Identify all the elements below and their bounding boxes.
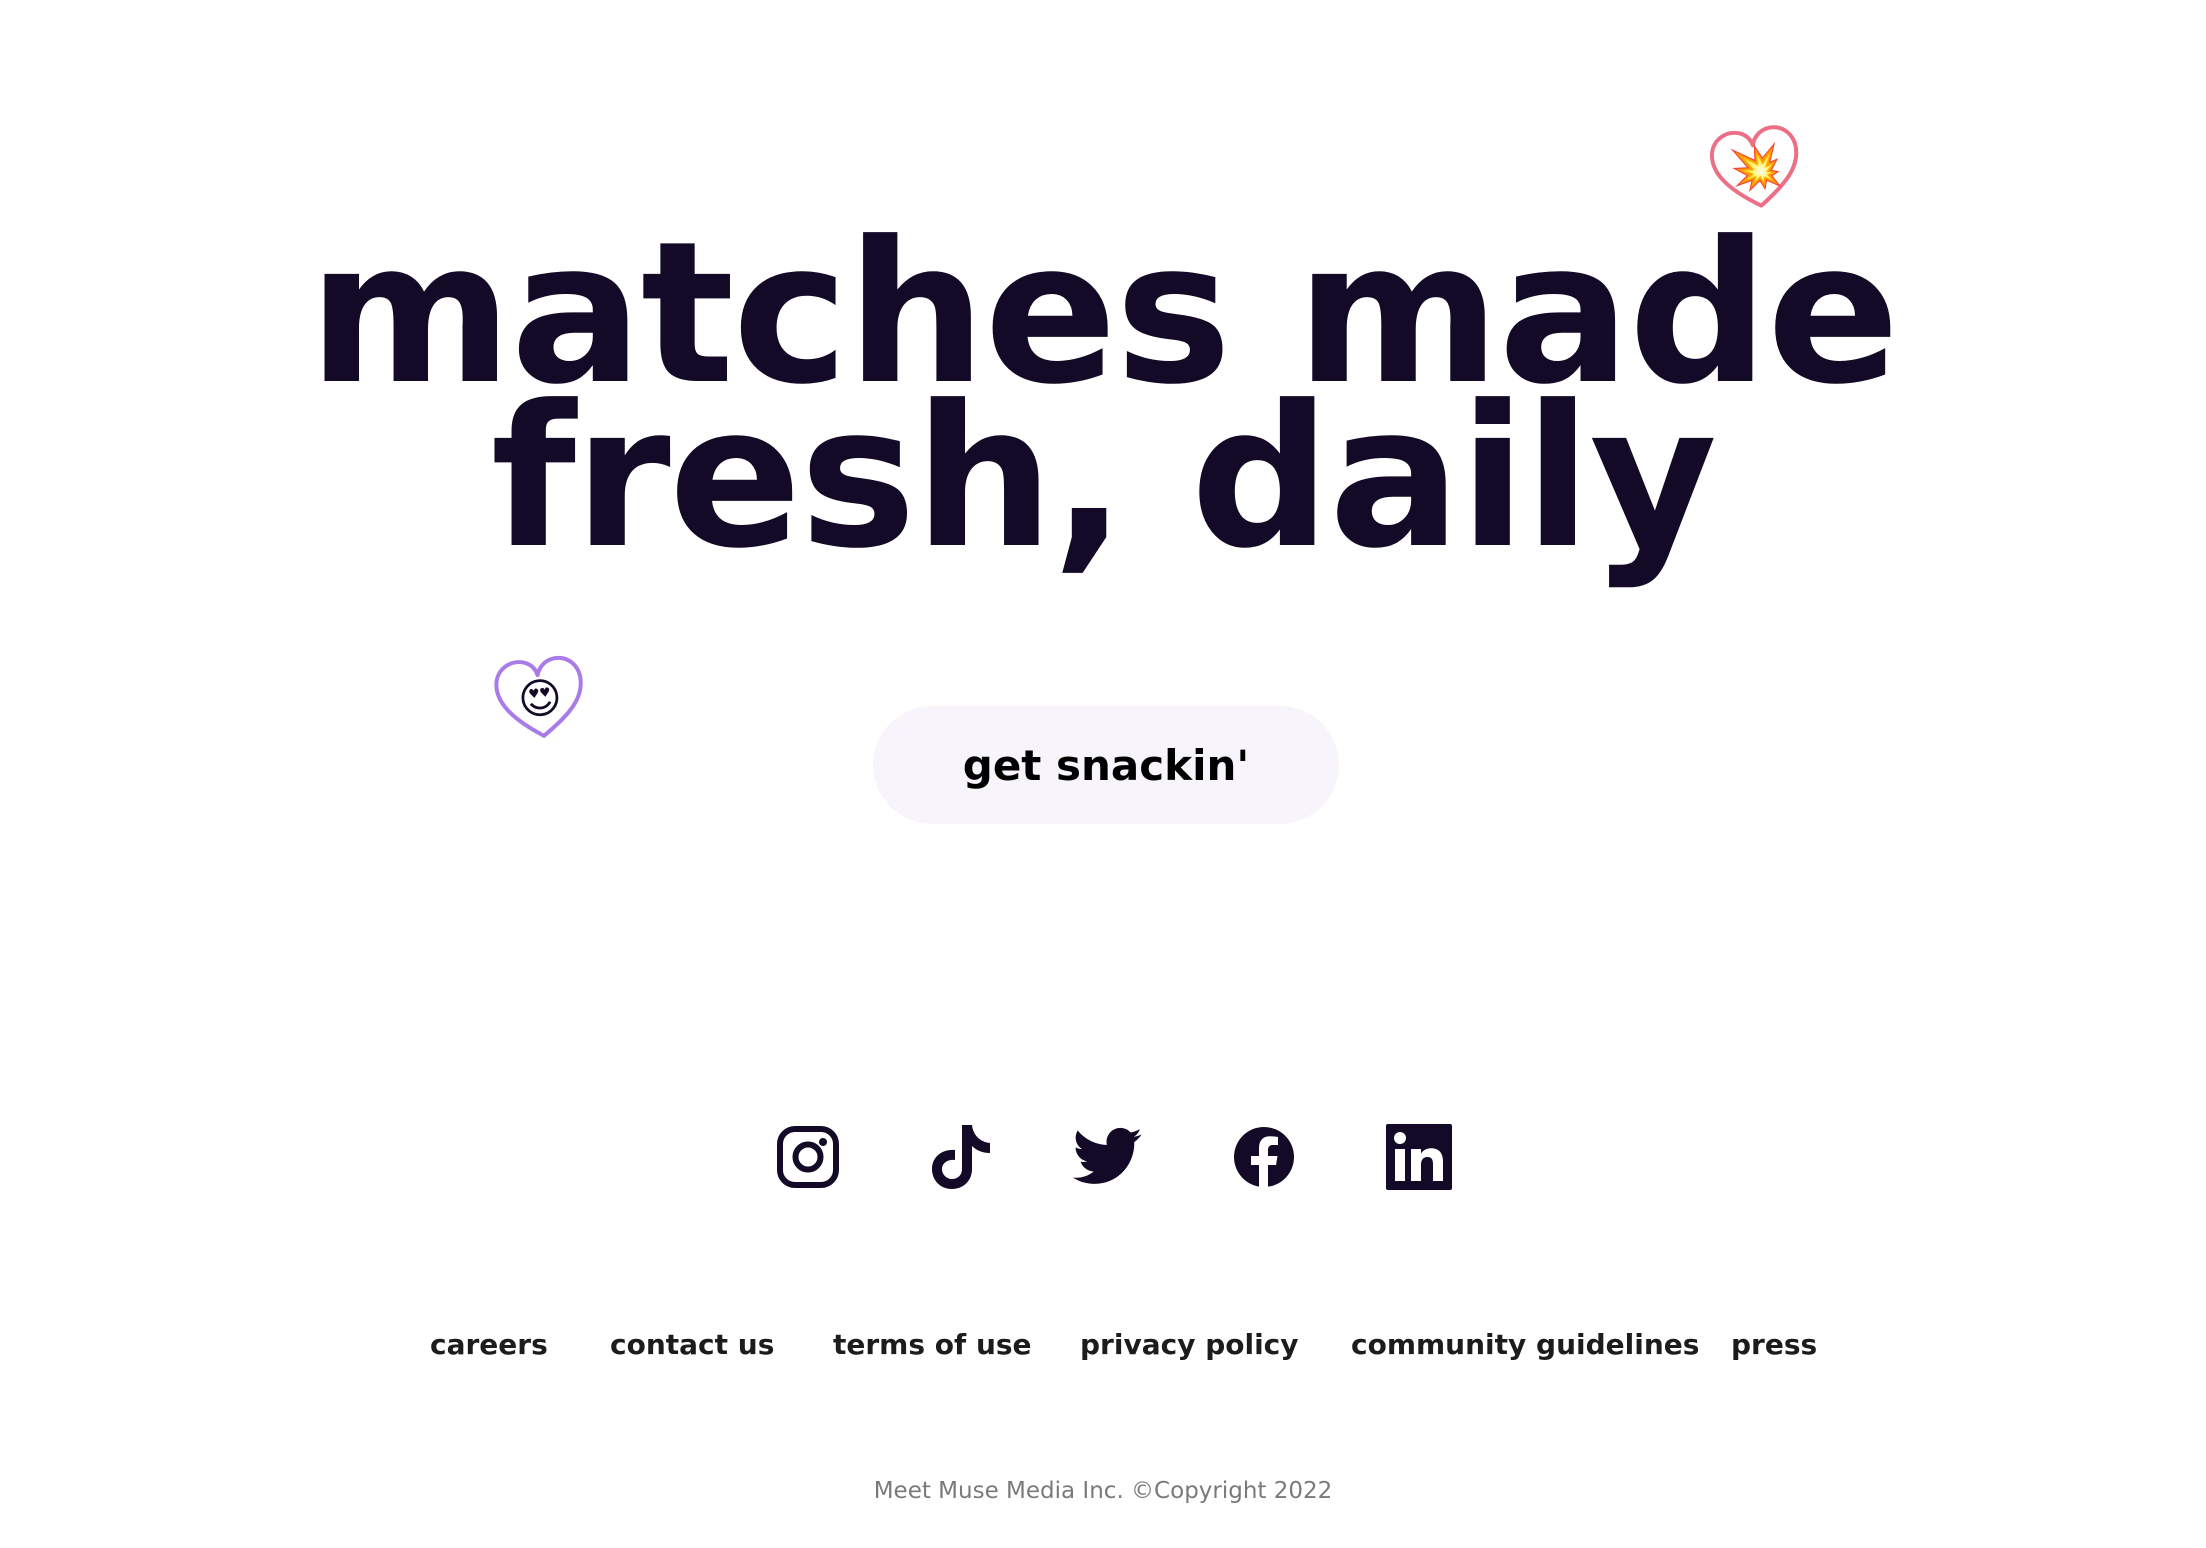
twitter-link[interactable] [1073, 1122, 1143, 1192]
instagram-link[interactable] [773, 1122, 843, 1192]
instagram-icon [777, 1126, 839, 1188]
hero-title: matches made fresh, daily [0, 216, 2206, 576]
linkedin-icon [1386, 1124, 1452, 1190]
footer-links: careers contact us terms of use privacy … [0, 1328, 2206, 1374]
heart-eyes-emoji-icon: 😍 [515, 671, 565, 725]
get-snackin-button[interactable]: get snackin' [873, 706, 1339, 824]
facebook-link[interactable] [1229, 1122, 1299, 1192]
tiktok-icon [932, 1125, 990, 1189]
privacy-policy-link[interactable]: privacy policy [1080, 1328, 1299, 1361]
copyright-text: Meet Muse Media Inc. ©Copyright 2022 [873, 1478, 1333, 1504]
heart-eyes-heart-sticker: 😍 [485, 643, 595, 753]
social-links [0, 1122, 2206, 1192]
collision-heart-sticker: 💥 [1700, 112, 1813, 225]
facebook-icon [1234, 1127, 1294, 1189]
terms-of-use-link[interactable]: terms of use [833, 1328, 1032, 1361]
linkedin-link[interactable] [1384, 1122, 1454, 1192]
community-guidelines-link[interactable]: community guidelines [1351, 1328, 1699, 1361]
collision-emoji-icon: 💥 [1726, 139, 1786, 196]
twitter-icon [1073, 1127, 1142, 1184]
tiktok-link[interactable] [925, 1122, 995, 1192]
contact-us-link[interactable]: contact us [610, 1328, 774, 1361]
careers-link[interactable]: careers [430, 1328, 548, 1361]
press-link[interactable]: press [1731, 1328, 1817, 1361]
